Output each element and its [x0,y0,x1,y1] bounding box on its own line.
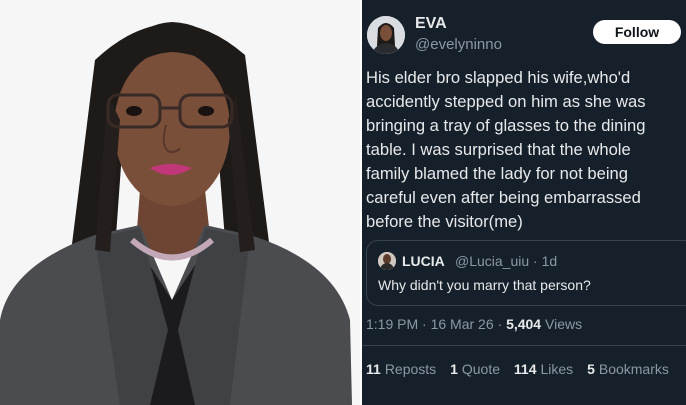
author-avatar[interactable] [367,16,405,54]
likes-stat[interactable]: 114 Likes [514,361,573,377]
avatar-image-icon [367,16,405,54]
quote-text: Why didn't you marry that person? [378,277,591,293]
quotes-label: Quote [461,361,500,377]
likes-count: 114 [513,361,537,377]
portrait-photo [0,0,360,405]
tweet-text-line: careful even after being embarrassed [366,188,641,207]
tweet-timestamp[interactable]: 1:19 PM · 16 Mar 26 · [366,316,506,332]
tweet-text: His elder bro slapped his wife,who'd acc… [366,66,684,234]
bookmarks-count: 5 [587,361,595,377]
tweet-text-line: bringing a tray of glasses to the dining [366,116,646,135]
tweet-meta: 1:19 PM · 16 Mar 26 · 5,404 Views [366,316,582,332]
meta-divider [362,345,686,346]
tweet-text-line: table. I was surprised that the whole [366,140,631,159]
quote-author-name[interactable]: LUCIA [402,253,445,269]
reposts-label: Reposts [384,361,437,377]
follow-button[interactable]: Follow [593,20,681,44]
tweet-text-line: before the visitor(me) [366,212,523,231]
author-handle[interactable]: @evelyninno [415,36,502,53]
quoted-tweet[interactable]: LUCIA @Lucia_uiu · 1d Why didn't you mar… [366,240,686,306]
quotes-count: 1 [450,361,458,377]
quote-avatar-image-icon [378,252,396,270]
portrait-illustration [0,0,360,405]
reposts-count: 11 [366,361,381,377]
bookmarks-stat[interactable]: 5 Bookmarks [587,361,669,377]
quote-author-avatar[interactable] [378,252,396,270]
engagement-stats: 11 Reposts 1 Quote 114 Likes 5 Bookmarks [366,361,679,377]
likes-label: Likes [540,361,574,377]
views-count: 5,404 [506,316,542,332]
tweet-card: EVA @evelyninno Follow His elder bro sla… [362,0,686,405]
quote-author-handle-time: @Lucia_uiu · 1d [455,253,558,269]
tweet-text-line: accidently stepped on him as she was [366,92,646,111]
views-label: Views [541,316,583,332]
tweet-text-line: family blamed the lady for not being [366,164,628,183]
reposts-stat[interactable]: 11 Reposts [366,361,436,377]
quotes-stat[interactable]: 1 Quote [450,361,500,377]
author-display-name[interactable]: EVA [415,15,447,33]
tweet-text-line: His elder bro slapped his wife,who'd [366,68,631,87]
bookmarks-label: Bookmarks [598,361,669,377]
